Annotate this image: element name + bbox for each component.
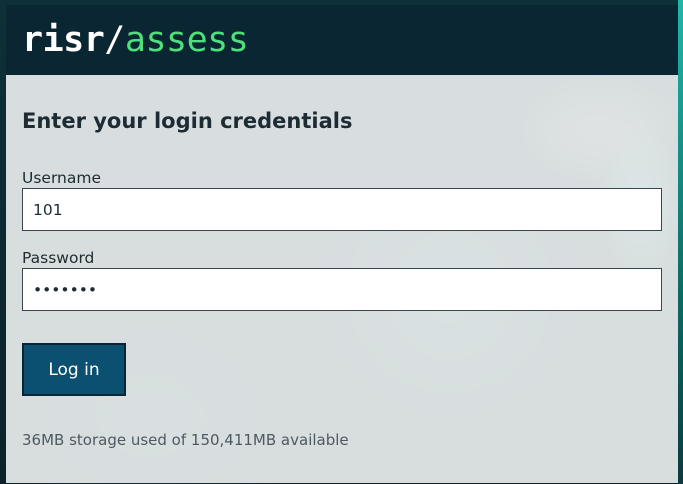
login-card: risr/assess Enter your login credentials… [6, 5, 678, 483]
username-label: Username [22, 169, 102, 187]
page-title: Enter your login credentials [22, 109, 353, 133]
logo-part-assess: assess [124, 19, 249, 60]
brand-logo: risr/assess [22, 19, 249, 60]
login-form: Enter your login credentials Username Pa… [6, 75, 678, 483]
password-label: Password [22, 249, 95, 267]
storage-status: 36MB storage used of 150,411MB available [22, 431, 349, 449]
logo-separator: / [104, 19, 125, 60]
password-field[interactable] [22, 268, 662, 311]
login-button[interactable]: Log in [22, 343, 126, 396]
window-edge [678, 0, 683, 484]
app-header: risr/assess [6, 5, 678, 75]
username-field[interactable] [22, 188, 662, 231]
logo-part-risr: risr [22, 19, 105, 60]
